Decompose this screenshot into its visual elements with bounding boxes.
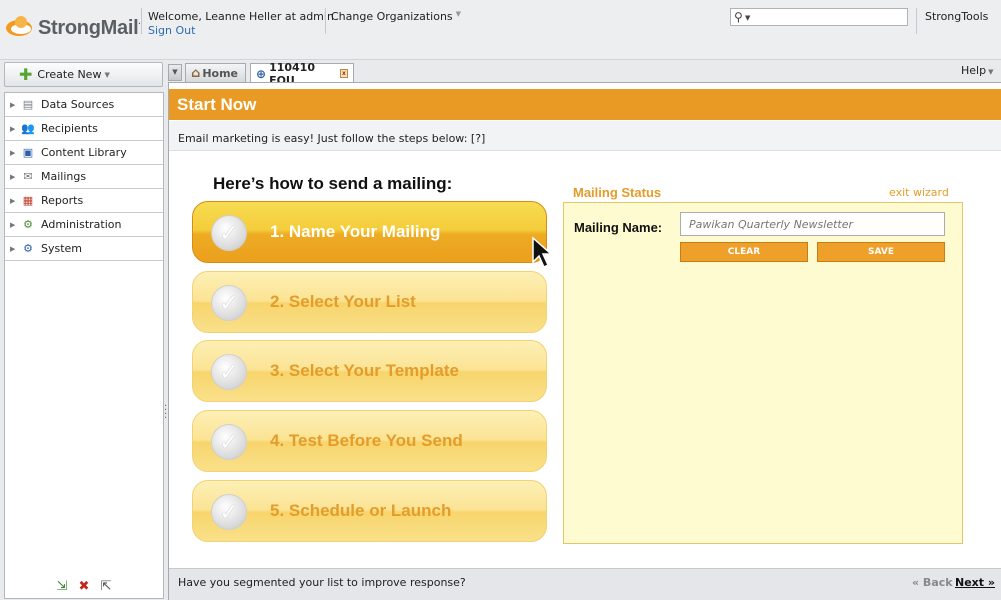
search-icon: ⚲: [734, 10, 743, 24]
sidebar-item-label: Administration: [41, 218, 122, 231]
sidebar-item-label: System: [41, 242, 83, 255]
sign-out-link[interactable]: Sign Out: [148, 24, 195, 37]
create-new-label: Create New: [37, 68, 102, 81]
help-menu[interactable]: Help ▼: [961, 64, 993, 77]
sidebar-item-administration[interactable]: ▶ ⚙ Administration: [5, 213, 163, 237]
mailing-name-label: Mailing Name:: [574, 220, 663, 235]
content-library-icon: ▣: [22, 146, 34, 159]
export-icon[interactable]: ⇱: [98, 578, 114, 594]
page-title: Start Now: [177, 95, 257, 114]
close-tab-icon[interactable]: x: [339, 69, 348, 78]
mouse-pointer-icon: [532, 236, 553, 269]
clear-button[interactable]: CLEAR: [680, 242, 808, 262]
mailing-status-heading: Mailing Status: [573, 185, 662, 200]
search-box[interactable]: ⚲ ▼: [730, 8, 908, 26]
import-icon[interactable]: ⇲: [54, 578, 70, 594]
check-icon: ✓: [211, 424, 247, 460]
sidebar-item-mailings[interactable]: ▶ ✉ Mailings: [5, 165, 163, 189]
step-schedule-or-launch[interactable]: ✓ 5. Schedule or Launch: [192, 480, 547, 542]
exit-wizard-link[interactable]: exit wizard: [889, 186, 949, 199]
expand-arrow-icon[interactable]: ▶: [10, 125, 20, 133]
chevron-down-icon[interactable]: ▼: [745, 14, 750, 22]
check-icon: ✓: [211, 354, 247, 390]
sidebar-item-label: Recipients: [41, 122, 98, 135]
check-icon: ✓: [211, 494, 247, 530]
sidebar-item-system[interactable]: ▶ ⚙ System: [5, 237, 163, 261]
chevron-down-icon: ▼: [988, 68, 994, 76]
start-now-banner: Start Now: [169, 89, 1001, 120]
step-select-your-template[interactable]: ✓ 3. Select Your Template: [192, 340, 547, 402]
sidebar-item-label: Content Library: [41, 146, 127, 159]
tab-list-dropdown[interactable]: ▼: [168, 64, 182, 81]
intro-text: Email marketing is easy! Just follow the…: [178, 132, 486, 145]
tab-home[interactable]: ⌂ Home: [185, 63, 246, 83]
header-divider: [916, 8, 917, 34]
administration-icon: ⚙: [23, 218, 33, 231]
sidebar-item-recipients[interactable]: ▶ 👥 Recipients: [5, 117, 163, 141]
mailing-name-input[interactable]: [680, 212, 945, 236]
sidebar-item-label: Reports: [41, 194, 84, 207]
create-new-button[interactable]: ✚ Create New ▼: [4, 62, 163, 87]
sidebar-footer-toolbar: ⇲ ✖ ⇱: [5, 578, 163, 594]
chevron-down-icon: ▼: [455, 10, 462, 18]
mailing-status-panel: Mailing Name: CLEAR SAVE: [563, 202, 963, 544]
steps-heading: Here’s how to send a mailing:: [213, 174, 453, 193]
chevron-down-icon: ▼: [104, 70, 110, 79]
logo-text: StrongMail.: [38, 16, 141, 39]
sidebar: ▶ ▤ Data Sources ▶ 👥 Recipients ▶ ▣ Cont…: [4, 92, 164, 599]
strongtools-link[interactable]: StrongTools: [925, 10, 988, 23]
intro-bar: Email marketing is easy! Just follow the…: [169, 121, 1001, 151]
save-button[interactable]: SAVE: [817, 242, 945, 262]
next-link[interactable]: Next »: [955, 576, 995, 589]
step-label: 3. Select Your Template: [270, 361, 459, 380]
strongmail-logo[interactable]: StrongMail.: [6, 16, 141, 40]
system-icon: ⚙: [23, 242, 33, 255]
expand-arrow-icon[interactable]: ▶: [10, 221, 20, 229]
home-icon: ⌂: [191, 66, 201, 81]
delete-icon[interactable]: ✖: [76, 578, 92, 594]
check-icon: ✓: [211, 285, 247, 321]
footer-bar: Have you segmented your list to improve …: [169, 568, 1001, 600]
top-header: StrongMail. Welcome, Leanne Heller at ad…: [0, 0, 1001, 60]
expand-arrow-icon[interactable]: ▶: [10, 197, 20, 205]
sidebar-item-label: Data Sources: [41, 98, 115, 111]
search-input[interactable]: [755, 10, 905, 24]
step-test-before-you-send[interactable]: ✓ 4. Test Before You Send: [192, 410, 547, 472]
main-panel: Start Now Email marketing is easy! Just …: [168, 82, 1001, 600]
tab-label: Home: [202, 67, 238, 80]
check-icon: ✓: [211, 215, 247, 251]
sidebar-item-label: Mailings: [41, 170, 87, 183]
header-divider: [325, 8, 326, 34]
step-label: 5. Schedule or Launch: [270, 501, 452, 520]
sidebar-item-data-sources[interactable]: ▶ ▤ Data Sources: [5, 93, 163, 117]
step-label: 1. Name Your Mailing: [270, 222, 441, 241]
back-link[interactable]: « Back: [912, 576, 953, 589]
tab-bar: ▼ ⌂ Home ⊕ 110410 EOU x: [168, 61, 1001, 87]
plus-icon: ✚: [19, 64, 33, 84]
expand-arrow-icon[interactable]: ▶: [10, 173, 20, 181]
data-sources-icon: ▤: [22, 98, 34, 111]
step-label: 4. Test Before You Send: [270, 431, 463, 450]
recipients-icon: 👥: [21, 122, 35, 135]
expand-arrow-icon[interactable]: ▶: [10, 149, 20, 157]
header-divider: [141, 8, 142, 34]
sidebar-splitter-handle[interactable]: · · · ·: [164, 402, 167, 424]
reports-icon: ▦: [22, 194, 34, 207]
mailings-icon: ✉: [23, 170, 33, 183]
sidebar-item-reports[interactable]: ▶ ▦ Reports: [5, 189, 163, 213]
expand-arrow-icon[interactable]: ▶: [10, 101, 20, 109]
welcome-text: Welcome, Leanne Heller at admin: [148, 10, 334, 23]
globe-icon: ⊕: [256, 66, 267, 81]
logo-mark-icon: [6, 16, 34, 40]
tab-110410-eou[interactable]: ⊕ 110410 EOU x: [250, 61, 354, 87]
step-name-your-mailing[interactable]: ✓ 1. Name Your Mailing: [192, 201, 547, 263]
step-select-your-list[interactable]: ✓ 2. Select Your List: [192, 271, 547, 333]
sidebar-item-content-library[interactable]: ▶ ▣ Content Library: [5, 141, 163, 165]
tip-text: Have you segmented your list to improve …: [178, 576, 466, 589]
expand-arrow-icon[interactable]: ▶: [10, 245, 20, 253]
step-label: 2. Select Your List: [270, 292, 416, 311]
change-organizations-link[interactable]: Change Organizations ▼: [331, 10, 461, 23]
